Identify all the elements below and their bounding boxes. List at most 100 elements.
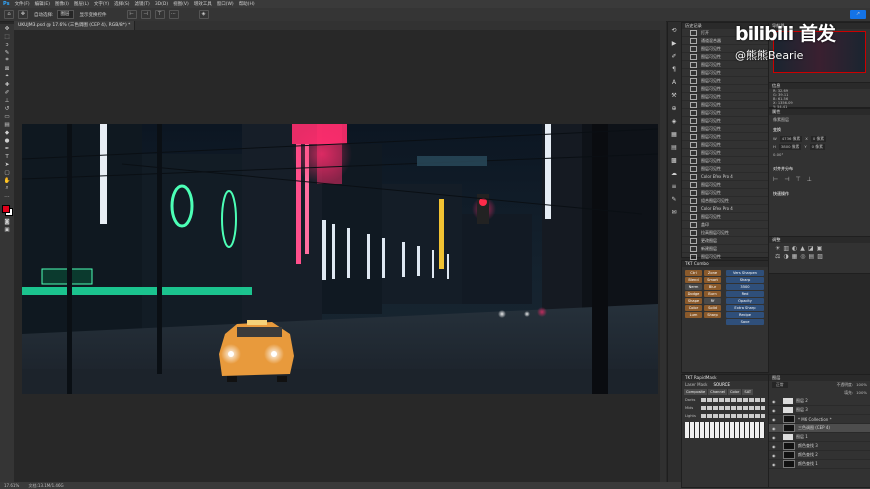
layer-visibility-icon[interactable]: ◉ [772,435,776,440]
canvas-scrollbar[interactable] [660,30,666,482]
3d-mode-icon[interactable]: ◈ [198,10,209,19]
tkt-side-button[interactable]: Extra Sharp [726,305,764,311]
mask-tab[interactable]: SAT [742,389,754,395]
prop-angle-field[interactable]: 0.00° [769,151,870,158]
home-icon[interactable]: ⌂ [4,10,14,19]
menu-item[interactable]: 窗口(W) [217,1,234,7]
hand-tool-icon[interactable]: ✋ [3,177,11,184]
history-item[interactable]: 图层可见性 [682,77,768,85]
gradient-tool-icon[interactable]: ▤ [3,121,11,128]
tkt-side-button[interactable]: Red [726,291,764,297]
layer-visibility-icon[interactable]: ◉ [772,426,776,431]
tkt-button[interactable]: Sharp [704,312,721,318]
history-icon[interactable]: ⟲ [670,27,678,35]
prop-transform-header[interactable]: 变换 [769,125,870,135]
mask-row-buttons[interactable] [701,414,765,418]
lasso-tool-icon[interactable]: ↄ [3,41,11,48]
clone-source-icon[interactable]: ⊕ [670,105,678,113]
layer-visibility-icon[interactable]: ◉ [772,444,776,449]
mask-keyboard-icon[interactable] [685,422,765,438]
tkt-side-button[interactable]: Save [726,319,764,325]
distribute-icon[interactable]: ⋯ [168,10,179,19]
prop-h-field[interactable]: 3800 像素 [778,144,802,150]
quick-mask-icon[interactable]: ◙ [3,218,11,225]
marquee-tool-icon[interactable]: ⬚ [3,33,11,40]
canvas-image[interactable] [22,124,658,394]
layer-row[interactable]: ◉ 图层 2 [769,397,870,406]
zoom-tool-icon[interactable]: ⌕ [3,185,11,192]
menu-item[interactable]: 文字(Y) [94,1,109,7]
opacity-field[interactable]: 100% [856,382,867,388]
history-item[interactable]: 图层可见性 [682,157,768,165]
tkt-button[interactable]: Nerm [685,284,702,290]
mask-tab[interactable]: Color [727,389,742,395]
history-item[interactable]: 盖印 [682,221,768,229]
document-tab[interactable]: UKUJM3.psd @ 17.6% (三色调图 (CEP 4), RGB/8*… [14,21,136,30]
pen-tool-icon[interactable]: ✒ [3,145,11,152]
history-item[interactable]: 图层可见性 [682,125,768,133]
layer-row[interactable]: ◉ 颜色查找 2 [769,451,870,460]
tkt-button[interactable]: Zone [704,270,721,276]
mask-source-button[interactable]: SOURCE [713,382,730,387]
tool-presets-icon[interactable]: ⚒ [670,92,678,100]
path-select-icon[interactable]: ➤ [3,161,11,168]
layer-visibility-icon[interactable]: ◉ [772,453,776,458]
history-item[interactable]: Color Efex Pro 4 [682,205,768,213]
menu-item[interactable]: 视图(V) [173,1,189,7]
layer-row[interactable]: ◉ 颜色查找 1 [769,460,870,469]
history-item[interactable]: 图层可见性 [682,189,768,197]
more-tools-icon[interactable]: ⋯ [3,193,11,200]
healing-brush-icon[interactable]: ✚ [3,81,11,88]
crop-tool-icon[interactable]: ⌗ [3,57,11,64]
history-item[interactable]: Color Efex Pro 4 [682,173,768,181]
quick-select-tool-icon[interactable]: ✎ [3,49,11,56]
mask-tab[interactable]: Channel [708,389,727,395]
prop-w-field[interactable]: 4736 像素 [779,136,803,142]
history-item[interactable]: 图层可见性 [682,213,768,221]
tkt-button[interactable]: Shape [685,298,702,304]
fill-field[interactable]: 100% [856,390,867,396]
history-item[interactable]: 更改图层 [682,237,768,245]
foreground-color-swatch[interactable] [2,205,10,213]
history-item[interactable]: 图层可见性 [682,117,768,125]
align-center-icon[interactable]: ⊣ [140,10,151,19]
paragraph-icon[interactable]: ¶ [670,66,678,74]
tkt-side-button[interactable]: Vers Sharpen [726,270,764,276]
notes-icon[interactable]: ✉ [670,209,678,217]
tkt-side-button[interactable]: Recipe [726,312,764,318]
history-item[interactable]: 图层可见性 [682,109,768,117]
tkt-button[interactable]: Rf [704,298,721,304]
eraser-tool-icon[interactable]: ▭ [3,113,11,120]
layer-visibility-icon[interactable]: ◉ [772,462,776,467]
brush-settings-icon[interactable]: ✐ [670,53,678,61]
menu-item[interactable]: 编辑(E) [35,1,50,7]
menu-item[interactable]: 图像(I) [55,1,69,7]
color-swatches[interactable] [0,203,14,217]
tkt-button[interactable]: Solid [704,305,721,311]
menu-item[interactable]: 文件(F) [15,1,30,7]
eyedropper-tool-icon[interactable]: ⌖ [3,73,11,80]
stamp-tool-icon[interactable]: ⊥ [3,97,11,104]
history-item[interactable]: 图层可见性 [682,101,768,109]
align-icons[interactable]: ⊢⊣⊤⊥ [769,174,870,185]
adjustment-icons[interactable]: ☀▥◐▲◪▣ ⚖◑▦◎▤▨ [769,243,870,263]
menu-item[interactable]: 图层(L) [74,1,89,7]
tkt-side-button[interactable]: 3500 [726,284,764,290]
tkt-button[interactable]: Color [685,305,702,311]
patterns-icon[interactable]: ▩ [670,157,678,165]
dodge-tool-icon[interactable]: ● [3,137,11,144]
tkt-button[interactable]: Smart [704,277,721,283]
show-transform-checkbox[interactable]: 显示变换控件 [80,12,107,18]
layer-visibility-icon[interactable]: ◉ [772,417,776,422]
history-item[interactable]: 图层可见性 [682,93,768,101]
history-item[interactable]: 图层可见性 [682,85,768,93]
tkt-button[interactable]: Dodge [685,291,702,297]
blur-tool-icon[interactable]: ◆ [3,129,11,136]
tkt-button[interactable]: Blend [685,277,702,283]
layer-row[interactable]: ◉ 图层 1 [769,433,870,442]
blend-mode-dropdown[interactable]: 正常 [772,382,788,388]
paths-icon[interactable]: ✎ [670,196,678,204]
tkt-side-button[interactable]: Sharp [726,277,764,283]
3d-icon[interactable]: ◈ [670,118,678,126]
libraries-icon[interactable]: ☁ [670,170,678,178]
